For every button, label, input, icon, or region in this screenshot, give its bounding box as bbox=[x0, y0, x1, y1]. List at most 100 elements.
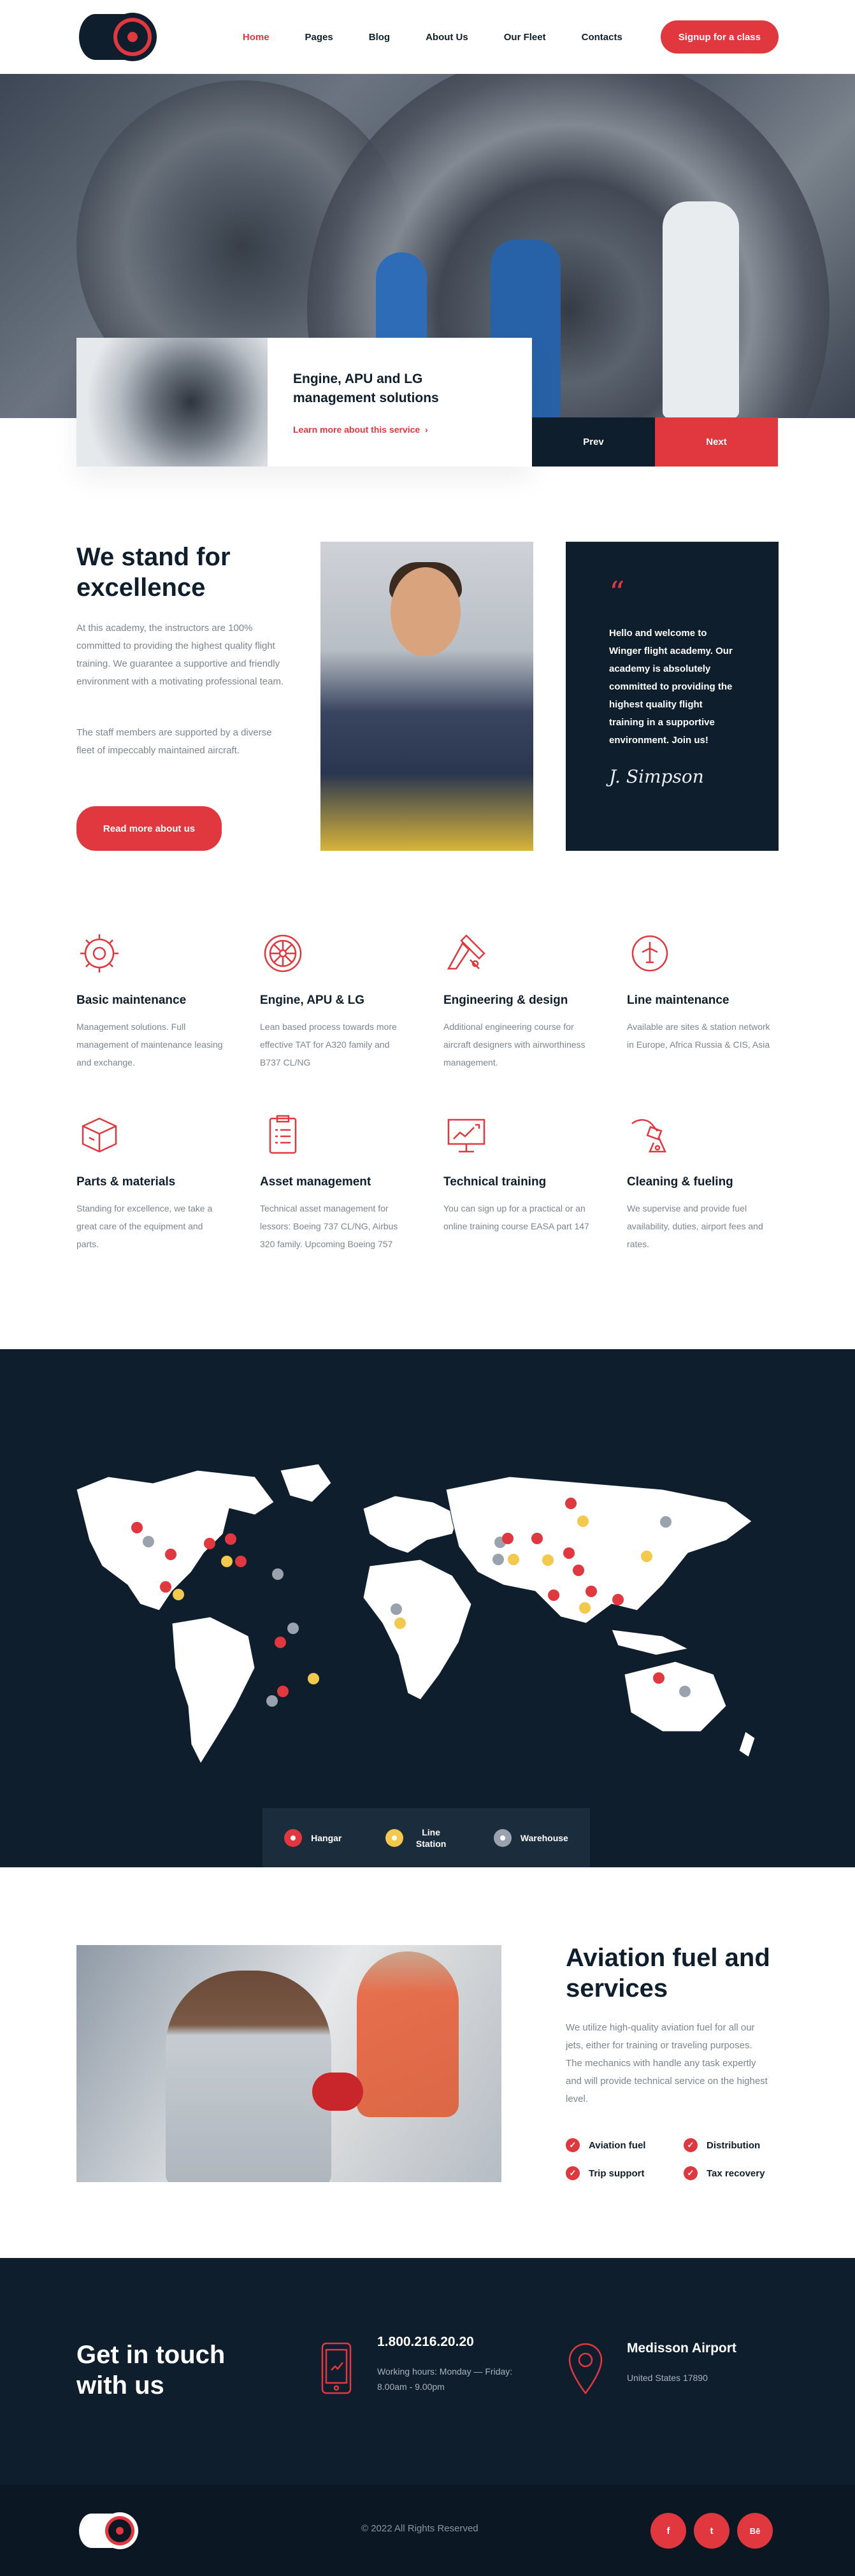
marker-hangar[interactable] bbox=[160, 1581, 171, 1593]
marker-warehouse[interactable] bbox=[143, 1536, 154, 1547]
plane-badge-icon bbox=[631, 935, 668, 972]
footer-logo-icon[interactable] bbox=[76, 2510, 140, 2551]
service-cleaning-fueling[interactable]: Cleaning & fueling We supervise and prov… bbox=[627, 1112, 773, 1253]
marker-line-station[interactable] bbox=[542, 1554, 554, 1566]
service-text: Additional engineering course for aircra… bbox=[443, 1022, 586, 1067]
service-text: Lean based process towards more effectiv… bbox=[260, 1022, 397, 1067]
service-card-link-label: Learn more about this service bbox=[293, 424, 420, 435]
service-line-maintenance[interactable]: Line maintenance Available are sites & s… bbox=[627, 930, 773, 1053]
marker-hangar[interactable] bbox=[586, 1586, 597, 1597]
marker-line-station[interactable] bbox=[173, 1589, 184, 1600]
nav-home[interactable]: Home bbox=[243, 32, 269, 43]
marker-hangar[interactable] bbox=[502, 1533, 514, 1544]
world-map[interactable] bbox=[64, 1464, 791, 1795]
map-africa bbox=[363, 1559, 472, 1700]
service-card-image bbox=[76, 338, 268, 467]
copyright: © 2022 All Rights Reserved bbox=[361, 2523, 478, 2534]
legend-warehouse[interactable]: Warehouse bbox=[493, 1828, 568, 1847]
marker-hangar[interactable] bbox=[563, 1547, 575, 1559]
map-south-america bbox=[171, 1616, 255, 1765]
behance-icon[interactable]: Bē bbox=[737, 2513, 773, 2549]
service-basic-maintenance[interactable]: Basic maintenance Management solutions. … bbox=[76, 930, 223, 1071]
fuel-title: Aviation fuel and services bbox=[566, 1944, 770, 2002]
nav-fleet[interactable]: Our Fleet bbox=[504, 32, 546, 43]
service-text: Standing for excellence, we take a great… bbox=[76, 1203, 213, 1249]
twitter-icon[interactable]: t bbox=[694, 2513, 729, 2549]
marker-line-station[interactable] bbox=[579, 1602, 591, 1614]
marker-warehouse[interactable] bbox=[679, 1686, 691, 1697]
marker-warehouse[interactable] bbox=[266, 1695, 278, 1707]
marker-hangar[interactable] bbox=[653, 1672, 665, 1684]
marker-warehouse[interactable] bbox=[272, 1568, 284, 1580]
service-engineering-design[interactable]: Engineering & design Additional engineer… bbox=[443, 930, 590, 1071]
marker-hangar[interactable] bbox=[531, 1533, 543, 1544]
marker-hangar[interactable] bbox=[573, 1565, 584, 1576]
chevron-right-icon: › bbox=[422, 424, 428, 435]
nav-contacts[interactable]: Contacts bbox=[582, 32, 622, 43]
marker-hangar[interactable] bbox=[277, 1686, 289, 1697]
service-text: You can sign up for a practical or an on… bbox=[443, 1203, 589, 1231]
hangar-dot-icon bbox=[284, 1828, 303, 1847]
service-technical-training[interactable]: Technical training You can sign up for a… bbox=[443, 1112, 590, 1235]
check-icon: ✓ bbox=[684, 2166, 698, 2180]
nav-about[interactable]: About Us bbox=[426, 32, 468, 43]
read-more-button[interactable]: Read more about us bbox=[76, 806, 222, 851]
presentation-icon bbox=[447, 1118, 485, 1153]
slider-nav: Prev Next bbox=[532, 417, 778, 467]
service-card-link[interactable]: Learn more about this service › bbox=[293, 424, 497, 435]
marker-line-station[interactable] bbox=[221, 1556, 233, 1567]
marker-hangar[interactable] bbox=[548, 1589, 559, 1601]
service-parts-materials[interactable]: Parts & materials Standing for excellenc… bbox=[76, 1112, 223, 1253]
jet-engine-logo-icon bbox=[79, 13, 157, 61]
marker-hangar[interactable] bbox=[235, 1556, 247, 1567]
check-label: Aviation fuel bbox=[589, 2139, 646, 2151]
service-title: Asset management bbox=[260, 1175, 371, 1189]
marker-hangar[interactable] bbox=[225, 1533, 236, 1545]
marker-warehouse[interactable] bbox=[391, 1603, 402, 1615]
legend-hangar[interactable]: Hangar bbox=[284, 1828, 341, 1847]
marker-hangar[interactable] bbox=[165, 1549, 176, 1560]
main-nav: Home Pages Blog About Us Our Fleet Conta… bbox=[166, 32, 622, 43]
marker-warehouse[interactable] bbox=[660, 1516, 672, 1528]
service-asset-management[interactable]: Asset management Technical asset managem… bbox=[260, 1112, 406, 1253]
portrait-face bbox=[391, 567, 461, 656]
contact-phone[interactable]: 1.800.216.20.20 bbox=[377, 2334, 474, 2350]
marker-hangar[interactable] bbox=[565, 1498, 577, 1509]
facebook-icon[interactable]: f bbox=[650, 2513, 686, 2549]
phone-icon bbox=[321, 2342, 352, 2394]
marker-line-station[interactable] bbox=[394, 1617, 406, 1629]
check-item: ✓ Tax recovery bbox=[684, 2166, 786, 2180]
signup-button[interactable]: Signup for a class bbox=[660, 20, 779, 54]
marker-hangar[interactable] bbox=[612, 1594, 624, 1605]
marker-line-station[interactable] bbox=[508, 1554, 519, 1565]
service-card-body: Engine, APU and LG management solutions … bbox=[268, 338, 522, 467]
brand-logo[interactable] bbox=[76, 5, 166, 69]
nav-pages[interactable]: Pages bbox=[305, 32, 333, 43]
marker-warehouse[interactable] bbox=[492, 1554, 504, 1565]
marker-line-station[interactable] bbox=[641, 1551, 652, 1562]
hero-service-card: Engine, APU and LG management solutions … bbox=[76, 338, 532, 467]
service-engine-apu[interactable]: Engine, APU & LG Lean based process towa… bbox=[260, 930, 406, 1071]
legend-line-station[interactable]: Line Station bbox=[385, 1827, 450, 1849]
contact-address: United States 17890 bbox=[627, 2373, 708, 2383]
marker-hangar[interactable] bbox=[131, 1522, 143, 1533]
site-footer: © 2022 All Rights Reserved f t Bē bbox=[0, 2485, 855, 2576]
hero-worker-3 bbox=[663, 201, 739, 418]
nav-blog[interactable]: Blog bbox=[369, 32, 390, 43]
marker-hangar[interactable] bbox=[204, 1538, 215, 1549]
marker-line-station[interactable] bbox=[577, 1516, 589, 1527]
check-item: ✓ Aviation fuel bbox=[566, 2138, 684, 2152]
service-title: Basic maintenance bbox=[76, 994, 187, 1007]
service-card-title: Engine, APU and LG management solutions bbox=[293, 372, 439, 405]
instructor-portrait bbox=[320, 542, 533, 851]
next-button[interactable]: Next bbox=[655, 417, 778, 467]
excellence-title: We stand for excellence bbox=[76, 543, 231, 602]
prev-button[interactable]: Prev bbox=[532, 417, 655, 467]
marker-hangar[interactable] bbox=[275, 1637, 286, 1648]
marker-line-station[interactable] bbox=[308, 1673, 319, 1684]
service-text: Available are sites & station network in… bbox=[627, 1022, 770, 1050]
map-asia bbox=[445, 1476, 752, 1624]
service-title: Line maintenance bbox=[627, 994, 729, 1007]
quote-mark-icon: “ bbox=[609, 575, 625, 611]
marker-warehouse[interactable] bbox=[287, 1623, 299, 1634]
